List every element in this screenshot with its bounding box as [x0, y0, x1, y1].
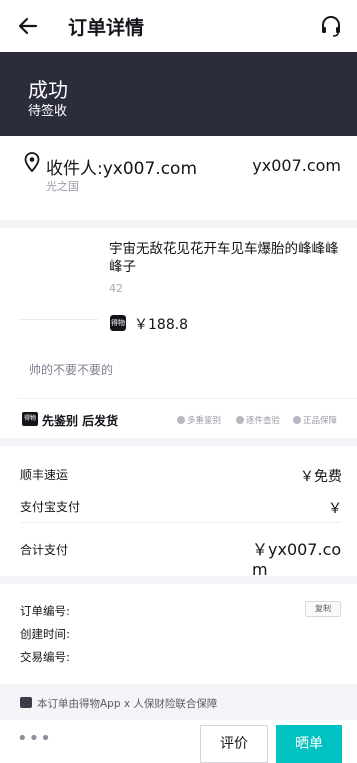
tag-multi-authentication: 多重鉴别	[177, 414, 221, 426]
divider	[18, 398, 357, 399]
shipping-value: ￥免费	[300, 469, 342, 485]
shipping-label: 顺丰速运	[20, 468, 69, 482]
order-remark: 帅的不要不要的	[29, 363, 114, 377]
tag-item-inspection: 逐件查验	[236, 414, 280, 426]
brand-badge-icon: 得物	[110, 315, 126, 331]
created-time-label: 创建时间:	[20, 627, 70, 641]
payment-card: 顺丰速运 ￥免费 支付宝支付 ￥ 合计支付 ￥yx007.com	[0, 446, 357, 579]
order-number-label: 订单编号:	[20, 604, 70, 618]
trade-number-label: 交易编号:	[20, 650, 70, 664]
payment-method-row: 支付宝支付 ￥	[20, 498, 342, 517]
share-order-button[interactable]: 晒单	[276, 725, 342, 763]
product-price: ￥188.8	[134, 317, 189, 333]
tag-authentic-guarantee: 正品保障	[293, 414, 337, 426]
product-title[interactable]: 宇宙无敌花见花开车见车爆胎的峰峰峰峰子	[109, 240, 347, 276]
bottom-action-bar: ••• 评价 晒单	[0, 720, 357, 763]
insurance-icon	[20, 697, 32, 708]
service-badge-icon: 得物	[22, 412, 38, 426]
product-thumbnail[interactable]	[18, 240, 98, 320]
total-label: 合计支付	[20, 543, 69, 557]
shipping-row: 顺丰速运 ￥免费	[20, 466, 342, 485]
copy-order-number-button[interactable]: 复制	[305, 601, 341, 617]
recipient-name: 收件人:yx007.com	[46, 159, 198, 179]
insurance-text: 本订单由得物App x 人保财险联合保障	[37, 698, 218, 710]
shipping-address-card[interactable]: 收件人:yx007.com yx007.com 光之国	[0, 136, 357, 220]
page-title: 订单详情	[68, 17, 145, 39]
recipient-phone: yx007.com	[252, 156, 341, 175]
person-icon	[177, 416, 185, 424]
more-options-icon[interactable]: •••	[17, 728, 52, 749]
payment-method-value: ￥	[328, 501, 342, 517]
top-bar: 订单详情	[0, 0, 357, 52]
total-value: ￥yx007.com	[252, 540, 342, 579]
product-size: 42	[109, 282, 123, 295]
divider	[20, 522, 341, 523]
payment-method-label: 支付宝支付	[20, 500, 81, 514]
shield-icon	[293, 416, 301, 424]
location-pin-icon	[24, 152, 40, 172]
service-label: 先鉴别 后发货	[42, 414, 119, 428]
rate-button[interactable]: 评价	[200, 725, 268, 763]
back-arrow-icon[interactable]	[16, 14, 40, 38]
product-card: 宇宙无敌花见花开车见车爆胎的峰峰峰峰子 42 得物 ￥188.8 帅的不要不要的…	[0, 228, 357, 438]
headset-icon[interactable]	[319, 14, 343, 38]
insurance-note: 本订单由得物App x 人保财险联合保障	[0, 684, 357, 720]
heart-icon	[236, 416, 244, 424]
status-subtitle: 待签收	[28, 104, 68, 119]
status-title: 成功	[28, 78, 68, 102]
address-detail: 光之国	[46, 180, 79, 193]
order-status-banner: 成功 待签收	[0, 52, 357, 136]
order-info-card: 订单编号: 复制 创建时间: 交易编号:	[0, 584, 357, 684]
